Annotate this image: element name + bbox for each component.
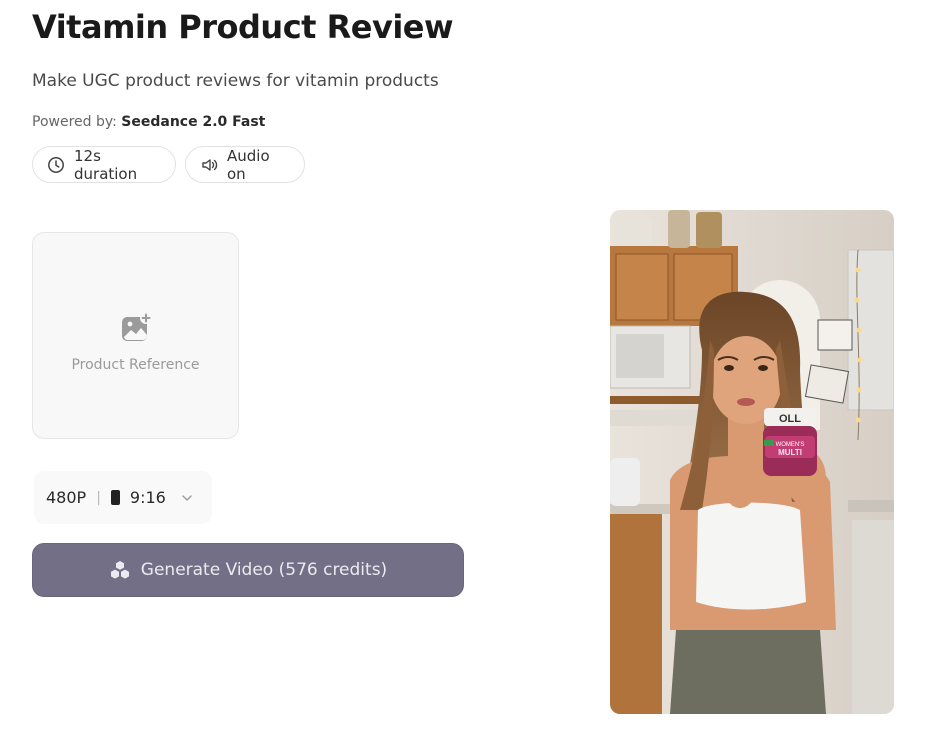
clock-icon bbox=[47, 156, 65, 174]
audio-chip[interactable]: Audio on bbox=[185, 146, 305, 183]
settings-separator: | bbox=[96, 489, 101, 506]
video-preview[interactable]: OLL WOMEN'S MULTI bbox=[610, 210, 894, 714]
generate-video-label: Generate Video (576 credits) bbox=[140, 560, 388, 580]
video-settings-dropdown[interactable]: 480P | 9:16 bbox=[34, 471, 212, 524]
add-image-icon bbox=[119, 311, 153, 345]
cubes-icon bbox=[109, 559, 131, 581]
jar-brand: OLL bbox=[779, 413, 801, 425]
phone-icon bbox=[110, 490, 120, 505]
powered-by-prefix: Powered by: bbox=[32, 114, 117, 130]
jar-label-2: MULTI bbox=[778, 448, 802, 457]
page-subtitle: Make UGC product reviews for vitamin pro… bbox=[32, 71, 439, 91]
resolution-value: 480P bbox=[46, 488, 87, 507]
chevron-down-icon bbox=[180, 491, 194, 505]
speaker-icon bbox=[200, 156, 218, 174]
aspect-ratio-value: 9:16 bbox=[129, 488, 166, 507]
duration-chip[interactable]: 12s duration bbox=[32, 146, 176, 183]
duration-label: 12s duration bbox=[74, 146, 138, 183]
product-reference-label: Product Reference bbox=[71, 356, 200, 373]
powered-by: Powered by: Seedance 2.0 Fast bbox=[32, 114, 265, 130]
generate-video-button[interactable]: Generate Video (576 credits) bbox=[32, 543, 464, 597]
product-reference-upload[interactable]: Product Reference bbox=[32, 232, 239, 439]
preview-image: OLL WOMEN'S MULTI bbox=[610, 210, 894, 714]
powered-by-model: Seedance 2.0 Fast bbox=[121, 114, 266, 130]
audio-label: Audio on bbox=[227, 146, 270, 183]
page-title: Vitamin Product Review bbox=[32, 8, 454, 46]
